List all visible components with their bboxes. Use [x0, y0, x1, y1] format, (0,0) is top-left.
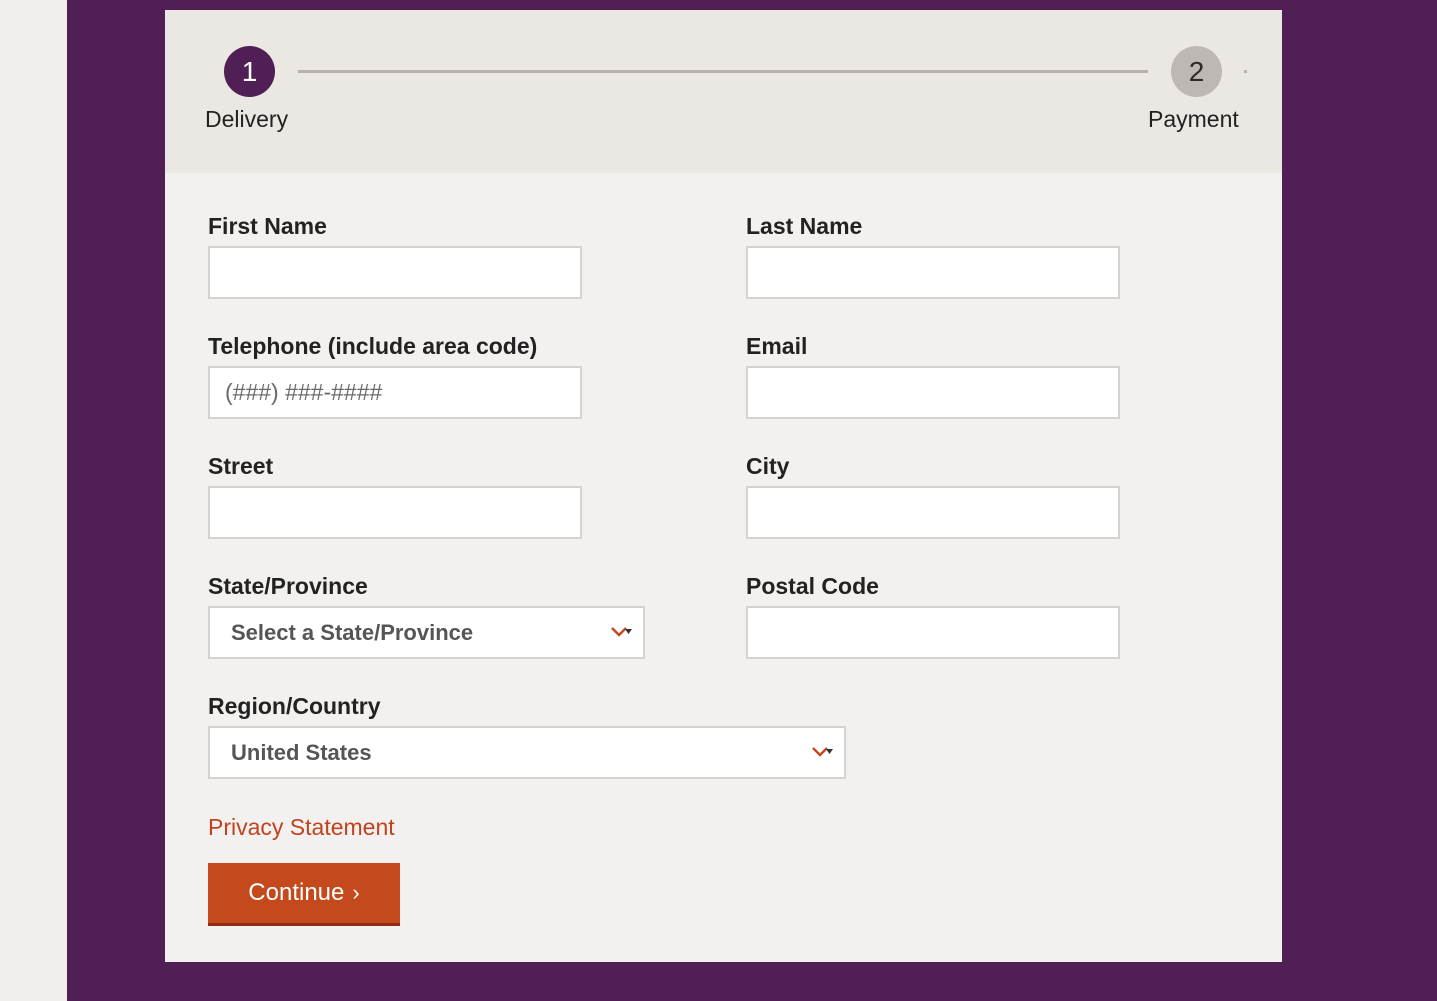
- city-input[interactable]: [746, 486, 1120, 539]
- last-name-label: Last Name: [746, 213, 863, 239]
- step-2-number: 2: [1188, 55, 1205, 87]
- state-province-select[interactable]: Select a State/Province: [208, 606, 645, 659]
- step-progress-line: [298, 70, 1148, 73]
- step-1-label: Delivery: [205, 106, 289, 132]
- first-name-label: First Name: [208, 213, 327, 239]
- chevron-down-icon: [812, 747, 833, 757]
- first-name-input[interactable]: [208, 246, 582, 299]
- step-2-indicator: 2: [1171, 46, 1222, 97]
- last-name-input[interactable]: [746, 246, 1120, 299]
- step-1-number: 1: [241, 55, 258, 87]
- street-input[interactable]: [208, 486, 582, 539]
- continue-button[interactable]: Continue ›: [208, 863, 400, 926]
- region-country-label: Region/Country: [208, 693, 381, 719]
- checkout-stepper: 1 2 Delivery Payment: [165, 10, 1282, 173]
- postal-code-input[interactable]: [746, 606, 1120, 659]
- city-label: City: [746, 453, 790, 479]
- state-province-label: State/Province: [208, 573, 368, 599]
- step-2-label: Payment: [1148, 106, 1239, 132]
- telephone-input[interactable]: [208, 366, 582, 419]
- region-country-select[interactable]: United States: [208, 726, 846, 779]
- email-label: Email: [746, 333, 808, 359]
- chevron-down-icon: [611, 627, 632, 637]
- chevron-right-icon: ›: [352, 880, 360, 905]
- continue-button-label: Continue: [248, 879, 345, 906]
- state-province-selected-value: Select a State/Province: [231, 619, 474, 645]
- region-country-selected-value: United States: [231, 739, 372, 765]
- street-label: Street: [208, 453, 274, 479]
- email-input[interactable]: [746, 366, 1120, 419]
- telephone-label: Telephone (include area code): [208, 333, 538, 359]
- step-progress-tail: [1244, 70, 1247, 73]
- checkout-card: 1 2 Delivery Payment First Name Last Nam…: [165, 10, 1282, 962]
- step-1-indicator: 1: [224, 46, 275, 97]
- postal-code-label: Postal Code: [746, 573, 879, 599]
- privacy-statement-link[interactable]: Privacy Statement: [208, 814, 395, 841]
